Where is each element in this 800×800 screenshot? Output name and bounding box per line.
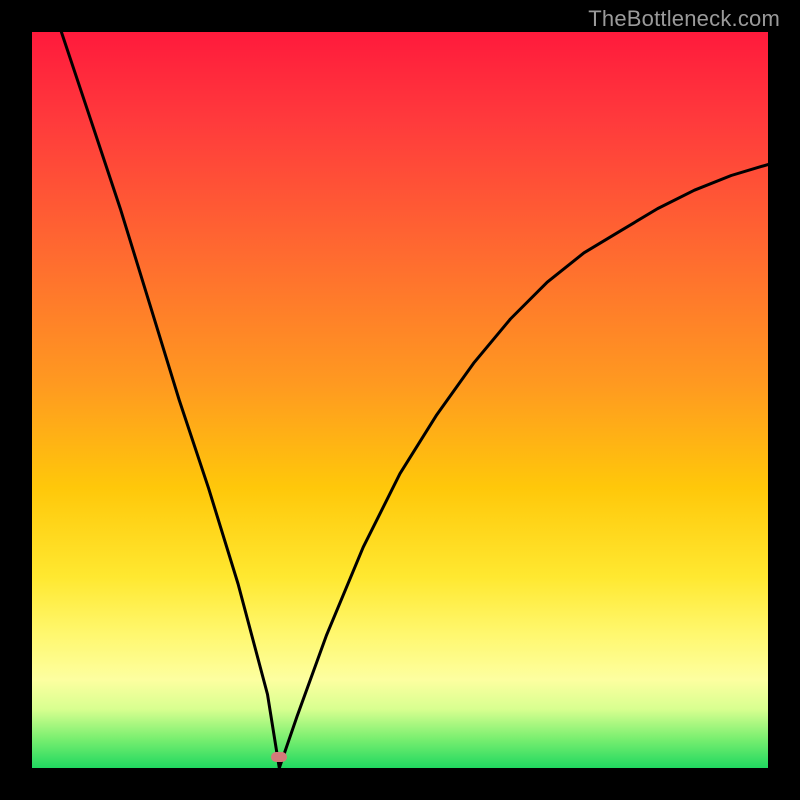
chart-frame: TheBottleneck.com xyxy=(0,0,800,800)
minimum-marker xyxy=(271,752,287,762)
watermark-text: TheBottleneck.com xyxy=(588,6,780,32)
plot-area xyxy=(32,32,768,768)
bottleneck-curve xyxy=(32,32,768,768)
